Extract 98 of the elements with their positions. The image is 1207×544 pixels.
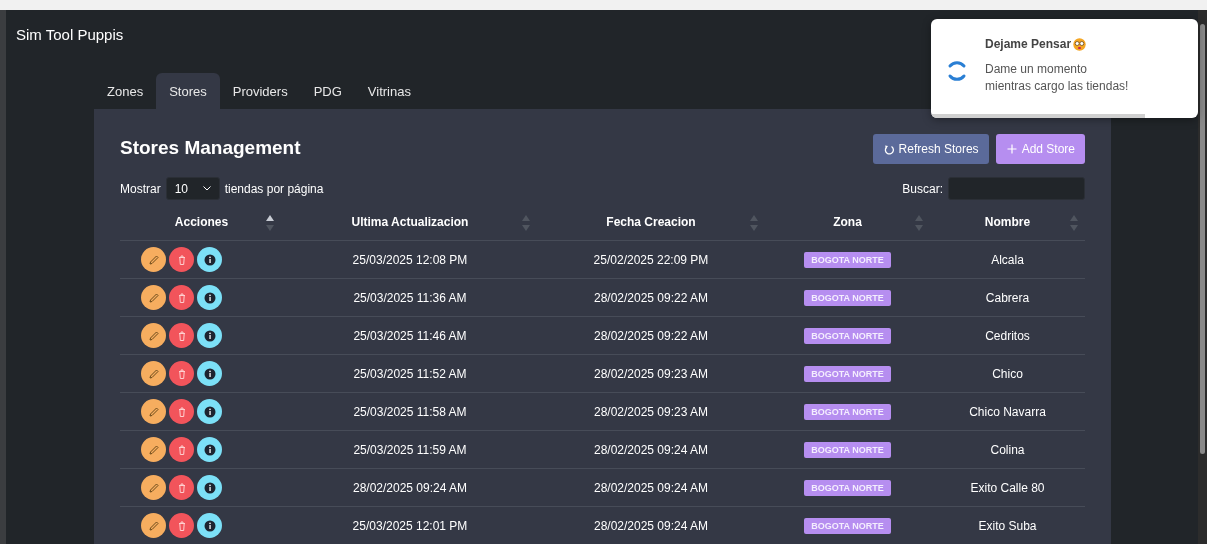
show-label: Mostrar (120, 181, 161, 196)
info-icon (203, 481, 216, 494)
delete-button[interactable] (169, 437, 194, 462)
app-title: Sim Tool Puppis (15, 25, 124, 43)
info-button[interactable] (197, 475, 222, 500)
table-cell: Chico Navarra (969, 404, 1046, 419)
info-icon (203, 367, 216, 380)
column-header[interactable]: Nombre (984, 215, 1031, 229)
zone-tag: BOGOTA NORTE (804, 251, 891, 268)
table-cell: 25/03/2025 11:52 AM (353, 366, 467, 381)
pencil-icon (147, 329, 160, 342)
zone-tag: BOGOTA NORTE (804, 289, 891, 306)
table-cell: Exito Suba (978, 518, 1037, 533)
pencil-icon (147, 367, 160, 380)
table-cell: 28/02/2025 09:22 AM (593, 290, 709, 305)
table-cell: 28/02/2025 09:24 AM (593, 480, 709, 495)
info-icon (203, 329, 216, 342)
table-cell: Colina (990, 442, 1025, 457)
tab[interactable]: Zones (94, 73, 157, 109)
zone-tag: BOGOTA NORTE (804, 403, 891, 420)
info-icon (203, 253, 216, 266)
pencil-icon (147, 481, 160, 494)
edit-button[interactable] (141, 247, 166, 272)
plus-icon (1005, 143, 1018, 155)
table-cell: Cedritos (985, 328, 1030, 343)
pencil-icon (147, 519, 160, 532)
zone-tag: BOGOTA NORTE (804, 365, 891, 382)
table-cell: 28/02/2025 09:24 AM (593, 442, 709, 457)
info-icon (203, 443, 216, 456)
info-button[interactable] (197, 247, 222, 272)
table-cell: 25/02/2025 22:09 PM (593, 252, 709, 267)
column-header[interactable]: Acciones (174, 215, 229, 229)
table-cell: Cabrera (985, 290, 1030, 305)
table-cell: 28/02/2025 09:22 AM (593, 328, 709, 343)
edit-button[interactable] (141, 361, 166, 386)
edit-button[interactable] (141, 323, 166, 348)
tab[interactable]: Stores (156, 73, 220, 109)
table-cell: 28/02/2025 09:24 AM (593, 518, 709, 533)
table-cell: 25/03/2025 12:01 PM (352, 518, 468, 533)
column-header[interactable]: Ultima Actualizacion (351, 215, 469, 229)
info-button[interactable] (197, 513, 222, 538)
edit-button[interactable] (141, 437, 166, 462)
pencil-icon (147, 405, 160, 418)
search-label: Buscar: (902, 181, 943, 196)
delete-button[interactable] (169, 285, 194, 310)
info-button[interactable] (197, 285, 222, 310)
delete-button[interactable] (169, 361, 194, 386)
table-cell: 25/03/2025 12:08 PM (352, 252, 468, 267)
table-cell: Chico (992, 366, 1023, 381)
table-cell: 28/02/2025 09:23 AM (593, 404, 709, 419)
scrollbar[interactable] (1198, 10, 1207, 544)
table-cell: Exito Calle 80 (970, 480, 1045, 495)
zone-tag: BOGOTA NORTE (804, 327, 891, 344)
zone-tag: BOGOTA NORTE (804, 479, 891, 496)
info-button[interactable] (197, 323, 222, 348)
edit-button[interactable] (141, 399, 166, 424)
edit-button[interactable] (141, 513, 166, 538)
refresh-button[interactable]: Refresh Stores (872, 134, 989, 164)
tab[interactable]: PDG (300, 73, 355, 109)
column-header[interactable]: Zona (833, 215, 862, 229)
edit-button[interactable] (141, 475, 166, 500)
per-page-label: tiendas por página (224, 181, 324, 196)
search-field[interactable] (948, 177, 1085, 200)
table-cell: 25/03/2025 11:59 AM (353, 442, 467, 457)
info-icon (203, 405, 216, 418)
tab[interactable]: Providers (219, 73, 301, 109)
pencil-icon (147, 443, 160, 456)
edit-button[interactable] (141, 285, 166, 310)
toast-title: Dejame Pensar (985, 37, 1072, 51)
info-icon (203, 519, 216, 532)
zone-tag: BOGOTA NORTE (804, 441, 891, 458)
table-cell: Alcala (991, 252, 1024, 267)
page-size-select[interactable]: 10 (165, 177, 220, 200)
toast-message: Dame un momento mientras cargo las tiendas! (985, 61, 1130, 95)
table-cell: 25/03/2025 11:46 AM (353, 328, 467, 343)
table-cell: 25/03/2025 11:58 AM (353, 404, 467, 419)
table-cell: 28/02/2025 09:24 AM (352, 480, 468, 495)
info-button[interactable] (197, 361, 222, 386)
info-button[interactable] (197, 399, 222, 424)
panel-title: Stores Management (120, 136, 301, 159)
delete-button[interactable] (169, 399, 194, 424)
refresh-icon (882, 143, 895, 155)
zone-tag: BOGOTA NORTE (804, 517, 891, 534)
table-cell: 28/02/2025 09:23 AM (593, 366, 709, 381)
pencil-icon (147, 253, 160, 266)
pencil-icon (147, 291, 160, 304)
info-button[interactable] (197, 437, 222, 462)
delete-button[interactable] (169, 323, 194, 348)
delete-button[interactable] (169, 513, 194, 538)
table-cell: 25/03/2025 11:36 AM (353, 290, 467, 305)
scrollbar-thumb[interactable] (1200, 24, 1205, 454)
delete-button[interactable] (169, 475, 194, 500)
emoji-icon (1073, 37, 1087, 51)
delete-button[interactable] (169, 247, 194, 272)
column-header[interactable]: Fecha Creacion (606, 215, 696, 229)
chevron-icon (202, 186, 211, 191)
tab[interactable]: Vitrinas (354, 73, 424, 109)
info-icon (203, 291, 216, 304)
